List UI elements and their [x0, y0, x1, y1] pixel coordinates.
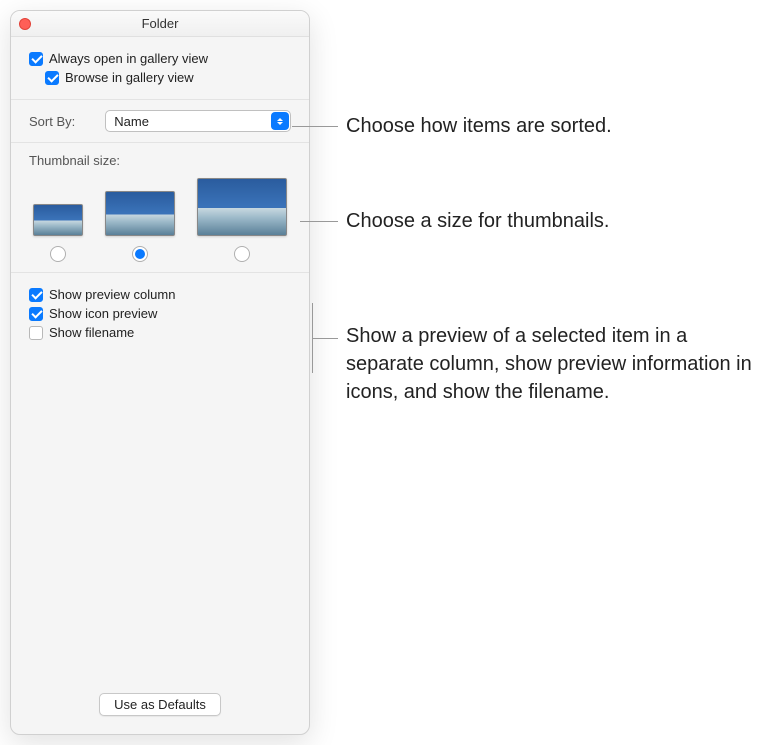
- view-mode-section: Always open in gallery view Browse in ga…: [11, 37, 309, 100]
- show-icon-preview-checkbox[interactable]: [29, 307, 43, 321]
- annotation-preview: Show a preview of a selected item in a s…: [346, 322, 766, 406]
- annotation-leader: [312, 338, 338, 339]
- browse-label: Browse in gallery view: [65, 70, 194, 85]
- always-open-checkbox[interactable]: [29, 52, 43, 66]
- thumbnail-size-label: Thumbnail size:: [29, 153, 291, 168]
- popup-arrows-icon: [271, 112, 289, 130]
- annotation-leader: [300, 221, 338, 222]
- thumbnail-small-preview[interactable]: [33, 204, 83, 236]
- view-options-window: Folder Always open in gallery view Brows…: [10, 10, 310, 735]
- thumbnail-section: Thumbnail size:: [11, 143, 309, 273]
- footer: Use as Defaults: [11, 683, 309, 734]
- preview-section: Show preview column Show icon preview Sh…: [11, 273, 309, 683]
- show-preview-column-checkbox[interactable]: [29, 288, 43, 302]
- thumbnail-small-radio[interactable]: [50, 246, 66, 262]
- show-filename-label: Show filename: [49, 325, 134, 340]
- use-as-defaults-button[interactable]: Use as Defaults: [99, 693, 221, 716]
- show-filename-checkbox[interactable]: [29, 326, 43, 340]
- show-preview-column-label: Show preview column: [49, 287, 175, 302]
- sort-by-popup[interactable]: Name: [105, 110, 291, 132]
- thumbnail-large-radio[interactable]: [234, 246, 250, 262]
- sort-by-value: Name: [114, 114, 149, 129]
- annotation-sort: Choose how items are sorted.: [346, 112, 766, 140]
- annotation-bracket: [312, 303, 313, 373]
- thumbnail-large-preview[interactable]: [197, 178, 287, 236]
- titlebar: Folder: [11, 11, 309, 37]
- sort-by-label: Sort By:: [29, 114, 75, 129]
- browse-checkbox[interactable]: [45, 71, 59, 85]
- show-icon-preview-label: Show icon preview: [49, 306, 157, 321]
- thumbnail-medium-radio[interactable]: [132, 246, 148, 262]
- annotation-thumbnail: Choose a size for thumbnails.: [346, 207, 766, 235]
- close-icon[interactable]: [19, 18, 31, 30]
- always-open-label: Always open in gallery view: [49, 51, 208, 66]
- annotation-leader: [292, 126, 338, 127]
- sort-section: Sort By: Name: [11, 100, 309, 143]
- window-title: Folder: [142, 16, 179, 31]
- thumbnail-medium-preview[interactable]: [105, 191, 175, 236]
